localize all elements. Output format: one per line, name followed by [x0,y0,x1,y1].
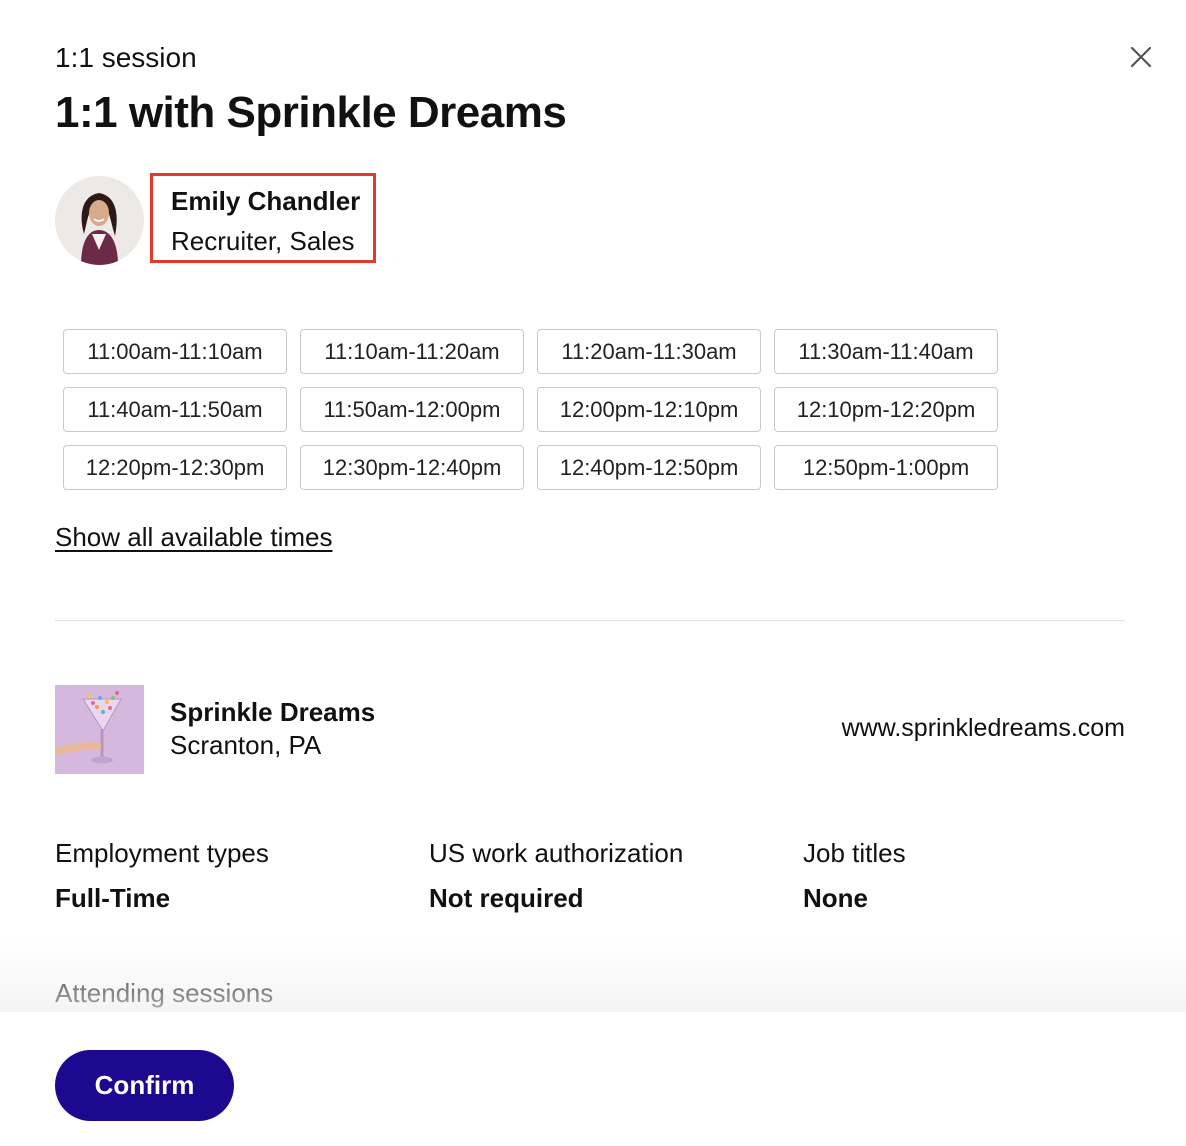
host-info: Emily Chandler Recruiter, Sales [150,173,376,263]
detail-label: US work authorization [429,838,684,868]
modal-footer: Confirm [0,1012,1186,1146]
detail-label: Job titles [803,838,906,868]
detail-value: None [803,883,868,913]
company-website-link[interactable]: www.sprinkledreams.com [842,714,1125,743]
detail-value: Full-Time [55,883,171,913]
avatar [55,176,144,265]
time-slot-button[interactable]: 11:20am-11:30am [537,329,761,374]
close-button[interactable] [1124,40,1158,74]
company-logo [55,685,144,774]
show-all-times-link[interactable]: Show all available times [55,522,332,553]
time-slot-button[interactable]: 11:50am-12:00pm [300,387,524,432]
page-title: 1:1 with Sprinkle Dreams [55,88,567,137]
company-name: Sprinkle Dreams [170,697,376,727]
time-slot-button[interactable]: 12:40pm-12:50pm [537,445,761,490]
host-role: Recruiter, Sales [171,226,355,256]
time-slot-button[interactable]: 11:40am-11:50am [63,387,287,432]
time-slot-button[interactable]: 11:10am-11:20am [300,329,524,374]
time-slot-button[interactable]: 12:30pm-12:40pm [300,445,524,490]
detail-label: Employment types [55,838,269,868]
work-authorization-detail: US work authorization Not required [429,838,683,914]
time-slot-grid: 11:00am-11:10am 11:10am-11:20am 11:20am-… [63,329,998,490]
time-slot-button[interactable]: 12:00pm-12:10pm [537,387,761,432]
company-location: Scranton, PA [170,730,322,760]
job-titles-detail: Job titles None [803,838,906,914]
time-slot-button[interactable]: 12:50pm-1:00pm [774,445,998,490]
session-modal: 1:1 session 1:1 with Sprinkle Dreams Emi… [0,0,1186,1146]
host-name: Emily Chandler [171,186,361,216]
close-icon [1130,46,1152,68]
session-type-label: 1:1 session [55,42,197,73]
time-slot-button[interactable]: 11:30am-11:40am [774,329,998,374]
detail-value: Not required [429,883,584,913]
confirm-button[interactable]: Confirm [55,1050,234,1121]
divider [55,620,1125,621]
time-slot-button[interactable]: 12:20pm-12:30pm [63,445,287,490]
attending-sessions-heading: Attending sessions [55,978,274,1008]
time-slot-button[interactable]: 12:10pm-12:20pm [774,387,998,432]
employment-types-detail: Employment types Full-Time [55,838,269,914]
time-slot-button[interactable]: 11:00am-11:10am [63,329,287,374]
